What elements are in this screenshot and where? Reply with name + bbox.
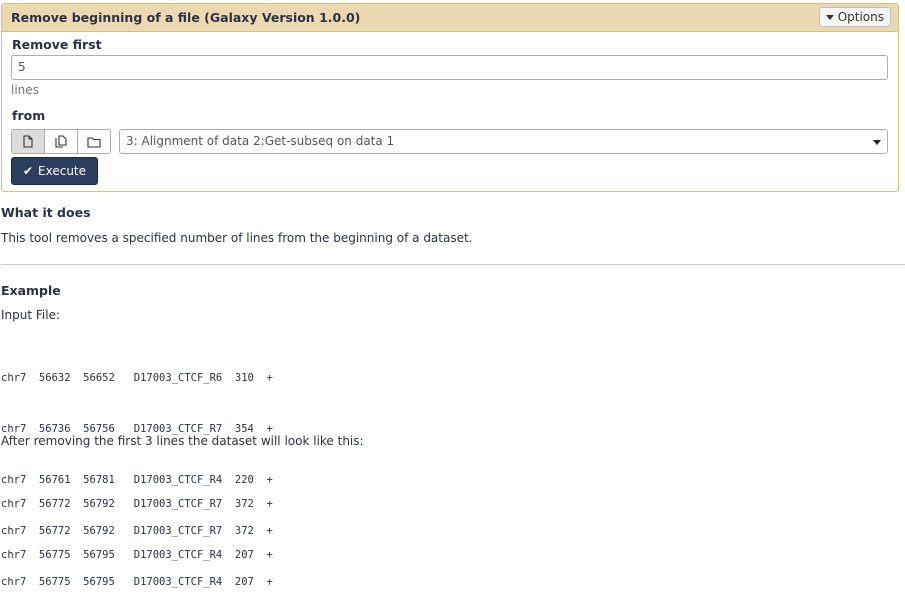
multiple-datasets-button[interactable] [44,129,78,154]
example-heading: Example [1,283,61,298]
code-line: chr7 56772 56792 D17003_CTCF_R7 372 + [1,498,273,510]
tool-title: Remove beginning of a file (Galaxy Versi… [11,10,361,25]
after-removing-label: After removing the first 3 lines the dat… [1,434,364,448]
multiple-datasets-icon [55,135,67,148]
execute-label: Execute [38,164,87,178]
dataset-collection-icon [87,136,101,148]
code-line: chr7 56632 56652 D17003_CTCF_R6 310 + [1,372,273,384]
execute-button[interactable]: ✔ Execute [11,157,98,185]
tool-description: This tool removes a specified number of … [1,231,473,245]
options-button[interactable]: Options [818,7,891,27]
remove-first-label: Remove first [12,37,102,52]
input-file-label: Input File: [1,308,61,322]
options-label: Options [837,10,884,24]
output-example-block: chr7 56772 56792 D17003_CTCF_R7 372 + ch… [1,462,273,581]
tool-header: Remove beginning of a file (Galaxy Versi… [2,4,898,32]
divider [1,264,905,265]
select-caret-icon [873,140,881,145]
caret-down-icon [825,14,834,20]
from-label: from [12,108,46,123]
check-icon: ✔ [22,164,34,178]
what-it-does-heading: What it does [1,205,91,220]
code-line: chr7 56775 56795 D17003_CTCF_R4 207 + [1,549,273,561]
tool-form-panel: Remove beginning of a file (Galaxy Versi… [1,3,899,192]
single-dataset-button[interactable] [11,129,45,154]
remove-first-input[interactable]: 5 [11,55,888,80]
dataset-collection-button[interactable] [77,129,111,154]
from-dataset-select[interactable]: 3: Alignment of data 2:Get-subseq on dat… [119,129,888,154]
single-dataset-icon [23,135,33,148]
source-type-buttons [11,129,111,154]
remove-first-help: lines [11,83,39,97]
from-dataset-value: 3: Alignment of data 2:Get-subseq on dat… [126,134,395,148]
